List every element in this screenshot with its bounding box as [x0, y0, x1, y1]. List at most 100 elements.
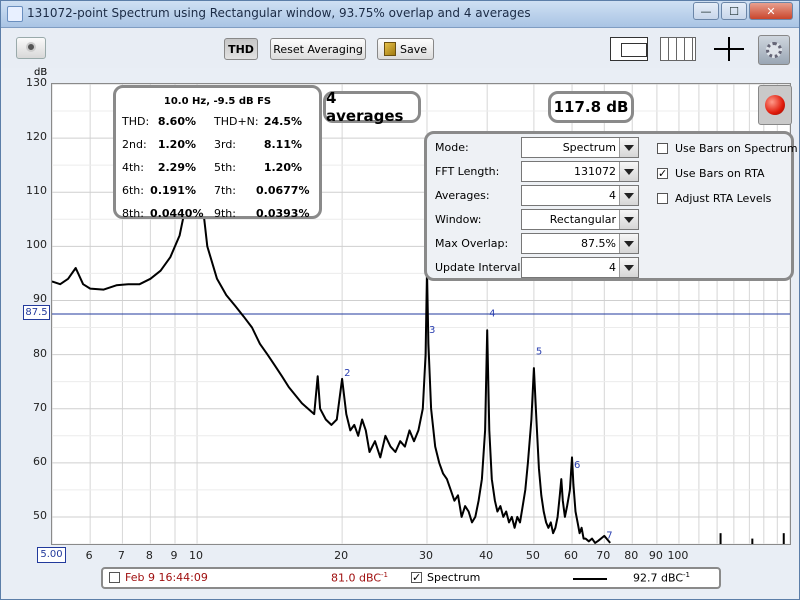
maximize-button[interactable]: ☐: [721, 2, 747, 20]
x-tick-label: 20: [334, 549, 349, 562]
thd-v1: 0.191%: [150, 184, 196, 197]
x-tick-label: 60: [564, 549, 579, 562]
dropdown-arrow-icon[interactable]: [619, 162, 638, 181]
title-bar: 131072-point Spectrum using Rectangular …: [1, 1, 799, 28]
toolbar: THD Reset Averaging Save: [2, 28, 798, 68]
window-title: 131072-point Spectrum using Rectangular …: [27, 6, 531, 20]
thd-l1: 8th:: [122, 207, 144, 220]
setting-label: FFT Length:: [435, 165, 500, 178]
settings-checkbox-row[interactable]: ✓ Use Bars on RTA: [657, 166, 793, 184]
thd-l1: 2nd:: [122, 138, 147, 151]
reset-averaging-button[interactable]: Reset Averaging: [270, 38, 366, 60]
settings-checkbox-row[interactable]: Use Bars on Spectrum: [657, 141, 798, 159]
x-tick-label: 90: [648, 549, 663, 562]
thd-l2: 3rd:: [214, 138, 237, 151]
x-tick-label: 10: [189, 549, 204, 562]
setting-value: 4: [609, 189, 616, 202]
thd-v1: 0.0440%: [150, 207, 204, 220]
y-tick-label: 100: [26, 238, 47, 252]
checkbox-label: Adjust RTA Levels: [675, 192, 772, 205]
setting-label: Max Overlap:: [435, 237, 509, 250]
x-min-label[interactable]: 5.00: [37, 547, 66, 563]
save-button[interactable]: Save: [377, 38, 434, 60]
setting-value: 131072: [574, 165, 616, 178]
thd-toggle-button[interactable]: THD: [224, 38, 258, 60]
x-tick-label: 8: [145, 549, 153, 562]
y-tick-label: 70: [33, 400, 47, 414]
averages-badge: 4 averages: [323, 89, 421, 125]
camera-icon: [26, 42, 36, 52]
setting-select[interactable]: Rectangular: [521, 209, 639, 230]
setting-select[interactable]: 87.5%: [521, 233, 639, 254]
harmonic-label: 3: [429, 325, 435, 336]
checkbox-label: Use Bars on RTA: [675, 167, 765, 180]
thd-v1: 2.29%: [157, 161, 196, 174]
setting-label: Mode:: [435, 141, 469, 154]
y-tick-label: 60: [33, 454, 47, 468]
save-icon: [384, 42, 396, 56]
harmonic-label: 4: [489, 309, 495, 320]
legend-bar: Feb 9 16:44:09 81.0 dBC-1 ✓ Spectrum 92.…: [101, 567, 721, 589]
harmonic-label: 6: [574, 460, 580, 471]
y-tick-label: 90: [33, 292, 47, 306]
x-tick-label: 40: [479, 549, 494, 562]
setting-row: Mode: Spectrum: [435, 137, 645, 159]
setting-select[interactable]: Spectrum: [521, 137, 639, 158]
x-tick-label: 7: [117, 549, 125, 562]
checkbox[interactable]: ✓: [657, 168, 668, 179]
x-tick-label: 50: [525, 549, 540, 562]
spectrum-legend-line: [573, 578, 607, 580]
close-button[interactable]: ✕: [749, 2, 793, 20]
setting-row: FFT Length: 131072: [435, 161, 645, 183]
y-tick-label: 120: [26, 130, 47, 144]
thd-v2: 0.0393%: [256, 207, 310, 220]
gear-icon: [766, 42, 782, 58]
thd-l1: 4th:: [122, 161, 144, 174]
setting-row: Averages: 4: [435, 185, 645, 207]
checkbox-label: Use Bars on Spectrum: [675, 142, 798, 155]
thd-l1: 6th:: [122, 184, 144, 197]
dropdown-arrow-icon[interactable]: [619, 234, 638, 253]
dropdown-arrow-icon[interactable]: [619, 138, 638, 157]
record-button[interactable]: [758, 85, 792, 125]
dropdown-arrow-icon[interactable]: [619, 186, 638, 205]
thd-l1: THD:: [122, 115, 150, 128]
y-tick-label: 110: [26, 184, 47, 198]
x-tick-label: 9: [170, 549, 178, 562]
thd-v2: 0.0677%: [256, 184, 310, 197]
thd-fundamental: 10.0 Hz, -9.5 dB FS: [163, 96, 272, 107]
y-tick-label: 80: [33, 346, 47, 360]
thd-v2: 1.20%: [263, 161, 302, 174]
y-tick-label: 130: [26, 76, 47, 89]
settings-gear-button[interactable]: [758, 35, 790, 65]
dropdown-arrow-icon[interactable]: [619, 210, 638, 229]
setting-select[interactable]: 131072: [521, 161, 639, 182]
thd-v2: 24.5%: [263, 115, 302, 128]
reference-checkbox[interactable]: [109, 572, 120, 583]
save-label: Save: [399, 42, 427, 56]
settings-checkbox-row[interactable]: Adjust RTA Levels: [657, 191, 793, 209]
setting-select[interactable]: 4: [521, 185, 639, 206]
setting-select[interactable]: 4: [521, 257, 639, 278]
setting-label: Averages:: [435, 189, 490, 202]
reference-label: Feb 9 16:44:09: [125, 571, 208, 584]
spectrum-label: Spectrum: [427, 571, 481, 584]
split-layout-icon[interactable]: [660, 37, 696, 61]
harmonic-label: 5: [536, 347, 542, 358]
thd-v1: 1.20%: [157, 138, 196, 151]
java-app-icon: [7, 6, 23, 22]
app-window: 131072-point Spectrum using Rectangular …: [0, 0, 800, 600]
screenshot-button[interactable]: [16, 37, 46, 59]
y-marker-label[interactable]: 87.5: [23, 305, 50, 320]
window-controls: — ☐ ✕: [693, 2, 793, 20]
dropdown-arrow-icon[interactable]: [619, 258, 638, 277]
minimize-button[interactable]: —: [693, 2, 719, 20]
thd-readout-panel: 10.0 Hz, -9.5 dB FS THD: 8.60% THD+N: 24.5%…: [113, 85, 322, 220]
setting-label: Update Interval:: [435, 261, 525, 274]
harmonic-label: 7: [606, 531, 612, 542]
checkbox[interactable]: [657, 193, 668, 204]
fit-arrows-icon[interactable]: [712, 37, 746, 61]
single-graph-layout-icon[interactable]: [610, 37, 648, 61]
checkbox[interactable]: [657, 143, 668, 154]
spectrum-checkbox[interactable]: ✓: [411, 572, 422, 583]
